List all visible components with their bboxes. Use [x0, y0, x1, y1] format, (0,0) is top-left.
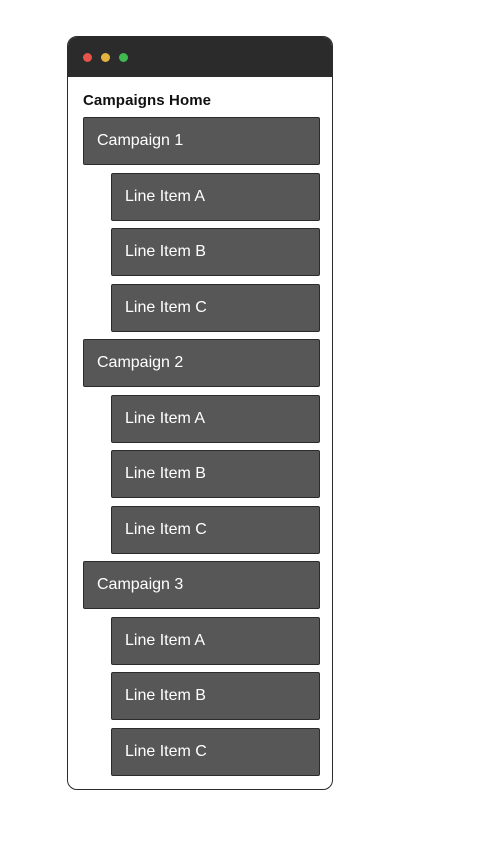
line-item[interactable]: Line Item B: [111, 228, 320, 276]
line-item[interactable]: Line Item C: [111, 727, 320, 776]
campaign-item[interactable]: Campaign 1: [83, 117, 320, 165]
page-title: Campaigns Home: [83, 92, 212, 109]
line-item[interactable]: Line Item C: [111, 283, 320, 332]
campaign-item[interactable]: Campaign 2: [83, 339, 320, 387]
zoom-window-icon[interactable]: [119, 53, 128, 62]
line-item[interactable]: Line Item A: [111, 172, 320, 221]
minimize-window-icon[interactable]: [101, 53, 110, 62]
close-window-icon[interactable]: [83, 53, 92, 62]
line-item[interactable]: Line Item C: [111, 505, 320, 554]
line-item[interactable]: Line Item A: [111, 616, 320, 665]
campaign-list: Campaign 1 Line Item A Line Item B Line …: [83, 117, 320, 783]
campaign-item[interactable]: Campaign 3: [83, 561, 320, 609]
line-item[interactable]: Line Item A: [111, 394, 320, 443]
line-item[interactable]: Line Item B: [111, 672, 320, 720]
title-bar: [68, 37, 332, 77]
line-item[interactable]: Line Item B: [111, 450, 320, 498]
app-window: Campaigns Home Campaign 1 Line Item A Li…: [67, 36, 333, 790]
